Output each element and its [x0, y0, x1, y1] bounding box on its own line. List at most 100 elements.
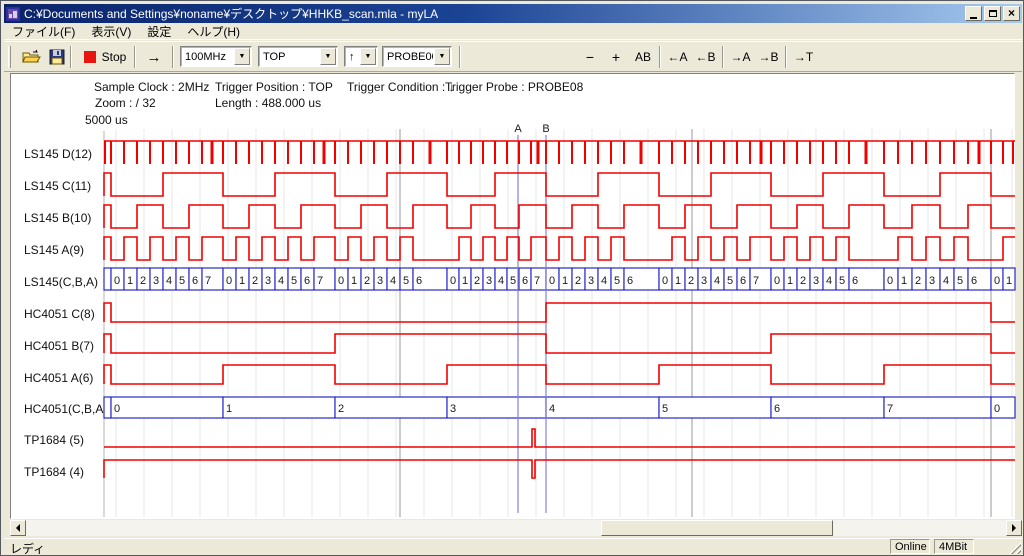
resize-grip[interactable]: [1009, 542, 1021, 554]
bus-cell-value: 0: [549, 275, 555, 287]
bus-cell-value: 5: [957, 275, 963, 287]
bus-cell-value: 7: [887, 403, 893, 415]
bus-cell-value: 0: [994, 403, 1000, 415]
bus-cell-value: 1: [901, 275, 907, 287]
scroll-left-button[interactable]: [10, 520, 26, 536]
bus-cell-value: 4: [601, 275, 607, 287]
bus-cell-value: 6: [416, 275, 422, 287]
bus-cell-value: 3: [153, 275, 159, 287]
bus-cell-value: 2: [688, 275, 694, 287]
bus-cell-value: 4: [278, 275, 284, 287]
bus-cell-value: 2: [915, 275, 921, 287]
bus-cell-value: 1: [462, 275, 468, 287]
bus-cell-value: 2: [575, 275, 581, 287]
bus-cell-value: 1: [239, 275, 245, 287]
bus-cell-value: 6: [971, 275, 977, 287]
bus-cell-value: 4: [390, 275, 396, 287]
bus-cell-value: 5: [614, 275, 620, 287]
bus-cell-value: 6: [852, 275, 858, 287]
bus-cell-value: 3: [813, 275, 819, 287]
bus-cell: [771, 397, 884, 418]
bus-cell: [104, 268, 111, 290]
bus-cell: [659, 397, 771, 418]
bus-cell-value: 0: [338, 275, 344, 287]
signal-tp1684-5: [104, 429, 1015, 447]
app-window: C:¥Documents and Settings¥noname¥デスクトップ¥…: [0, 0, 1024, 556]
bus-cell: [335, 397, 447, 418]
bus-cell-value: 4: [943, 275, 949, 287]
scroll-right-button[interactable]: [1006, 520, 1022, 536]
bus-cell-value: 4: [498, 275, 504, 287]
bus-cell-value: 2: [252, 275, 258, 287]
bus-cell-value: 2: [474, 275, 480, 287]
bus-cell-value: 0: [994, 275, 1000, 287]
signal-hc4051-b-7: [104, 334, 1015, 353]
bus-cell-value: 4: [166, 275, 172, 287]
bus-cell-value: 3: [486, 275, 492, 287]
bus-cell-value: 3: [588, 275, 594, 287]
bus-cell-value: 3: [929, 275, 935, 287]
bus-cell-value: 6: [740, 275, 746, 287]
bus-cell-value: 4: [549, 403, 555, 415]
status-memory: 4MBit: [934, 539, 974, 554]
bus-cell-value: 0: [450, 275, 456, 287]
bus-cell-value: 3: [701, 275, 707, 287]
bus-cell-value: 6: [304, 275, 310, 287]
bus-cell-value: 1: [787, 275, 793, 287]
bus-cell-value: 5: [727, 275, 733, 287]
bus-cell-value: 6: [522, 275, 528, 287]
bus-cell-value: 3: [265, 275, 271, 287]
bus-cell-value: 6: [627, 275, 633, 287]
signal-tp1684-4: [104, 460, 1015, 478]
left-triangle-icon: [12, 524, 20, 532]
bus-cell-value: 3: [377, 275, 383, 287]
bus-cell: [447, 397, 546, 418]
bus-cell: [111, 397, 223, 418]
bus-cell-value: 5: [839, 275, 845, 287]
bus-cell-value: 1: [351, 275, 357, 287]
right-triangle-icon: [1012, 524, 1020, 532]
waveform-canvas[interactable]: AB01234567012345670123456012345670123456…: [1, 1, 1024, 556]
status-ready: レディ: [10, 540, 45, 556]
bus-cell-value: 2: [364, 275, 370, 287]
bus-cell: [104, 397, 111, 418]
bus-cell-value: 1: [1006, 275, 1012, 287]
bus-cell: [223, 397, 335, 418]
bus-cell-value: 1: [675, 275, 681, 287]
signal-ls145-b-10: [104, 205, 1015, 228]
bus-cell-value: 1: [562, 275, 568, 287]
scrollbar-thumb[interactable]: [601, 520, 833, 536]
bus-cell-value: 5: [662, 403, 668, 415]
bus-cell-value: 0: [662, 275, 668, 287]
bus-cell-value: 1: [127, 275, 133, 287]
bus-cell-value: 7: [534, 275, 540, 287]
bus-cell-value: 0: [774, 275, 780, 287]
bus-cell: [884, 397, 991, 418]
marker-a-label: A: [514, 123, 522, 135]
bus-cell-value: 2: [338, 403, 344, 415]
bus-cell: [546, 397, 659, 418]
bus-cell-value: 2: [800, 275, 806, 287]
bus-cell-value: 7: [205, 275, 211, 287]
bus-cell-value: 0: [114, 403, 120, 415]
signal-hc4051-a-6: [104, 365, 1015, 384]
bus-cell-value: 1: [226, 403, 232, 415]
bus-cell-value: 4: [714, 275, 720, 287]
bus-cell-value: 5: [403, 275, 409, 287]
bus-cell-value: 0: [114, 275, 120, 287]
bus-cell-value: 7: [753, 275, 759, 287]
marker-b-label: B: [542, 123, 549, 135]
bus-cell-value: 2: [140, 275, 146, 287]
bus-cell-value: 3: [450, 403, 456, 415]
signal-ls145-c-11: [104, 173, 1015, 196]
bus-cell-value: 6: [192, 275, 198, 287]
bus-cell-value: 5: [179, 275, 185, 287]
bus-cell-value: 0: [887, 275, 893, 287]
horizontal-scrollbar[interactable]: [10, 520, 1022, 536]
bus-cell-value: 0: [226, 275, 232, 287]
status-online: Online: [890, 539, 930, 554]
bus-cell-value: 5: [291, 275, 297, 287]
status-bar: レディ Online 4MBit: [4, 538, 1022, 554]
signal-ls145-a-9: [104, 237, 1015, 260]
signal-hc4051-c-8: [104, 303, 1015, 322]
